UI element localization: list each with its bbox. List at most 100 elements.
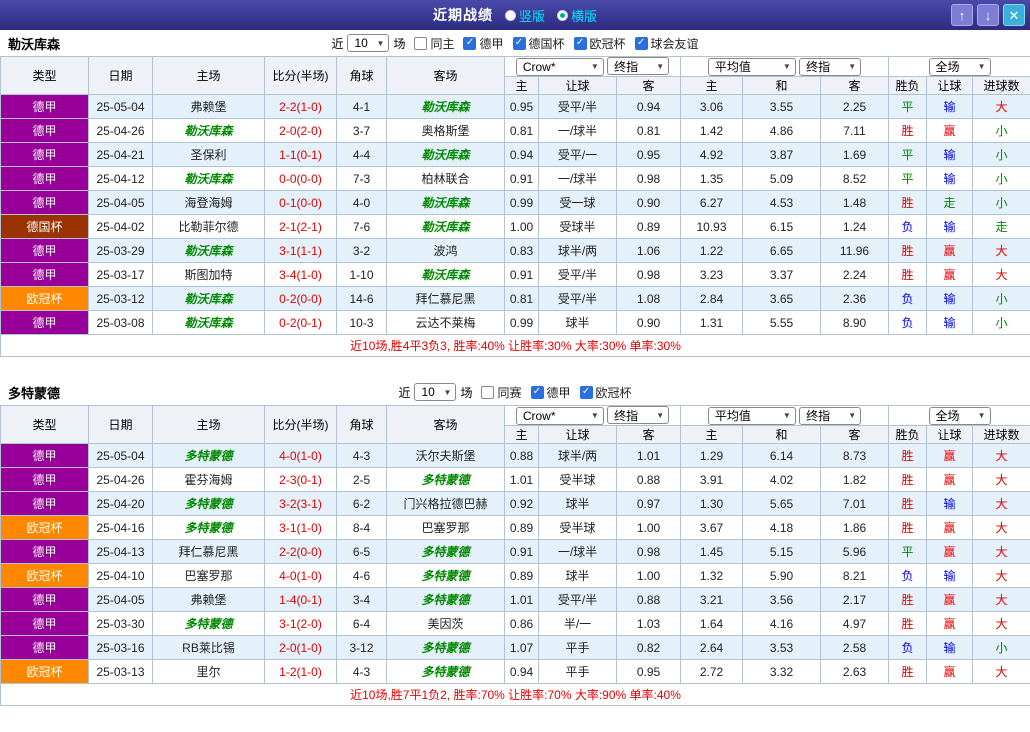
- avg-stage-select[interactable]: 终指 ▼: [799, 57, 862, 76]
- col-result-handicap: 让球: [926, 425, 973, 444]
- handicap-line: 半/一: [538, 611, 617, 636]
- match-row: 德甲 25-05-04 弗赖堡 2-2(1-0) 4-1 勒沃库森 0.95 受平/半 0.94…: [0, 94, 1030, 119]
- filter-checkbox[interactable]: ✓ 德甲: [530, 384, 571, 401]
- result-wdl: 胜: [888, 611, 927, 636]
- avg-away-odds: 8.73: [820, 443, 889, 468]
- filter-checkbox[interactable]: 同赛: [481, 384, 522, 401]
- radio-icon: [504, 9, 516, 21]
- filter-controls: 近 10 ▼ 场同主 ✓ 德甲 ✓ 德国杯 ✓ 欧冠杯 ✓ 球会友谊: [331, 34, 699, 52]
- avg-home-odds: 1.22: [680, 238, 743, 263]
- handicap-line: 球半: [538, 491, 617, 516]
- match-score: 3-4(1-0): [264, 262, 337, 287]
- filter-checkbox[interactable]: 同主: [414, 35, 454, 52]
- league-badge: 德甲: [0, 611, 89, 636]
- corner-score: 4-1: [336, 94, 387, 119]
- move-down-button[interactable]: ↓: [977, 4, 999, 26]
- move-up-button[interactable]: ↑: [951, 4, 973, 26]
- close-button[interactable]: ✕: [1003, 4, 1025, 26]
- corner-score: 14-6: [336, 286, 387, 311]
- avg-away-odds: 8.52: [820, 166, 889, 191]
- result-wdl: 负: [888, 286, 927, 311]
- filter-controls: 近 10 ▼ 场同赛 ✓ 德甲 ✓ 欧冠杯: [398, 383, 632, 401]
- col-result-handicap: 让球: [926, 76, 973, 95]
- corner-score: 6-5: [336, 539, 387, 564]
- avg-home-odds: 10.93: [680, 214, 743, 239]
- handicap-away-odds: 1.01: [616, 443, 681, 468]
- home-team: 霍芬海姆: [152, 467, 265, 492]
- handicap-line: 受平/半: [538, 94, 617, 119]
- avg-draw-odds: 4.16: [742, 611, 821, 636]
- handicap-away-odds: 0.88: [616, 467, 681, 492]
- checkbox-label: 同主: [430, 36, 455, 51]
- match-date: 25-03-16: [88, 635, 153, 660]
- filter-checkbox[interactable]: ✓ 欧冠杯: [579, 384, 632, 401]
- period-select[interactable]: 全场 ▼: [928, 406, 991, 425]
- filter-checkbox[interactable]: ✓ 德国杯: [512, 35, 565, 52]
- match-row: 德甲 25-03-16 RB莱比锡 2-0(1-0) 3-12 多特蒙德 1.07 平手 0.8…: [0, 635, 1030, 660]
- avg-home-odds: 1.31: [680, 310, 743, 335]
- avg-away-odds: 1.86: [820, 515, 889, 540]
- avg-draw-odds: 4.18: [742, 515, 821, 540]
- handicap-home-odds: 0.92: [504, 491, 539, 516]
- corner-score: 1-10: [336, 262, 387, 287]
- filter-checkbox[interactable]: ✓ 球会友谊: [634, 35, 699, 52]
- handicap-away-odds: 1.06: [616, 238, 681, 263]
- col-result-wdl: 胜负: [888, 425, 927, 444]
- avg-stage-select[interactable]: 终指 ▼: [799, 406, 862, 425]
- odds-stage-select[interactable]: 终指 ▼: [607, 406, 670, 425]
- match-row: 德甲 25-04-21 圣保利 1-1(0-1) 4-4 勒沃库森 0.94 受平/一 0.95…: [0, 142, 1030, 167]
- avg-home-odds: 1.35: [680, 166, 743, 191]
- result-goals: 小: [971, 142, 1030, 167]
- match-score: 0-1(0-0): [264, 190, 337, 215]
- period-select[interactable]: 全场 ▼: [928, 57, 991, 76]
- result-goals: 大: [971, 539, 1030, 564]
- bookmaker-select[interactable]: Crow* ▼: [515, 406, 604, 425]
- match-score: 0-2(0-1): [264, 310, 337, 335]
- home-team: 多特蒙德: [152, 515, 265, 540]
- handicap-away-odds: 0.97: [616, 491, 681, 516]
- layout-radio-horizontal[interactable]: 横版: [557, 6, 597, 25]
- corner-score: 4-6: [336, 563, 387, 588]
- chevron-down-icon: ▼: [590, 62, 599, 72]
- league-badge: 德甲: [0, 310, 89, 335]
- result-wdl: 平: [888, 94, 927, 119]
- checkbox-icon: ✓: [579, 385, 593, 399]
- home-team: 勒沃库森: [152, 310, 265, 335]
- layout-radio-vertical[interactable]: 竖版: [504, 6, 545, 25]
- avg-stage-select-value: 终指: [806, 60, 831, 74]
- filter-checkbox[interactable]: ✓ 欧冠杯: [573, 35, 626, 52]
- result-handicap: 输: [926, 635, 973, 660]
- league-badge: 欧冠杯: [0, 286, 89, 311]
- result-group: 全场 ▼: [887, 56, 1030, 77]
- result-goals: 大: [971, 587, 1030, 612]
- avg-odds-select[interactable]: 平均值 ▼: [707, 57, 796, 76]
- filter-checkbox[interactable]: ✓ 德甲: [463, 35, 504, 52]
- recent-count-select[interactable]: 10 ▼: [347, 34, 390, 52]
- avg-home-odds: 1.30: [680, 491, 743, 516]
- handicap-away-odds: 0.89: [616, 214, 681, 239]
- result-goals: 大: [971, 443, 1030, 468]
- match-date: 25-03-29: [88, 238, 153, 263]
- match-date: 25-05-04: [88, 94, 153, 119]
- avg-draw-odds: 3.53: [742, 635, 821, 660]
- corner-score: 3-4: [336, 587, 387, 612]
- league-badge: 欧冠杯: [0, 563, 89, 588]
- league-badge: 德甲: [0, 587, 89, 612]
- odds-stage-select[interactable]: 终指 ▼: [607, 57, 670, 76]
- result-goals: 大: [971, 515, 1030, 540]
- handicap-line: 受平/半: [538, 587, 617, 612]
- avg-draw-odds: 4.02: [742, 467, 821, 492]
- handicap-line: 受平/半: [538, 286, 617, 311]
- away-team: 沃尔夫斯堡: [386, 443, 505, 468]
- avg-odds-select-value: 平均值: [714, 60, 751, 74]
- avg-odds-select[interactable]: 平均值 ▼: [707, 406, 796, 425]
- col-handicap-home: 主: [504, 76, 539, 95]
- bookmaker-select[interactable]: Crow* ▼: [515, 57, 604, 76]
- col-handicap-line: 让球: [538, 425, 617, 444]
- recent-count-select[interactable]: 10 ▼: [414, 383, 457, 401]
- match-score: 1-2(1-0): [264, 659, 337, 684]
- away-team: 美因茨: [386, 611, 505, 636]
- home-team: 比勒菲尔德: [152, 214, 265, 239]
- result-goals: 大: [971, 491, 1030, 516]
- avg-home-odds: 1.64: [680, 611, 743, 636]
